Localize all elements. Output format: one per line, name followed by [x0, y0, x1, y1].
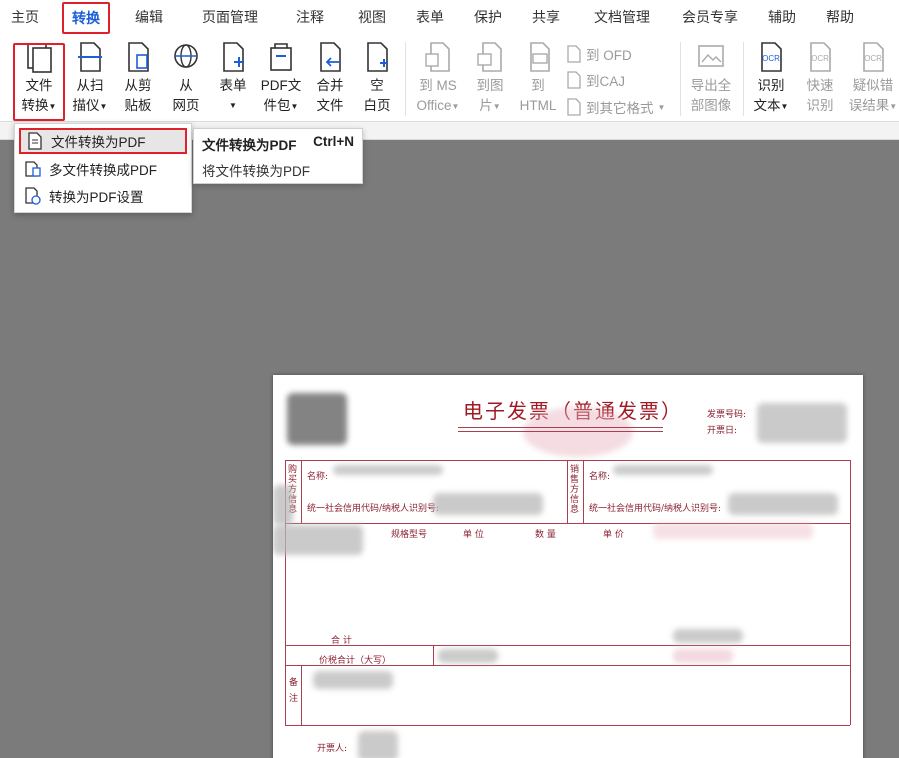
redacted-invoice-number	[757, 403, 847, 443]
svg-text:OCR: OCR	[762, 54, 780, 63]
col-price-label: 单 价	[603, 530, 624, 540]
redacted-buyer-tax-id	[433, 493, 543, 515]
blank-page-icon	[367, 42, 388, 72]
ribbon-separator	[405, 42, 406, 116]
form-button[interactable]: 表单 ▼	[213, 40, 253, 116]
ofd-icon	[567, 45, 581, 63]
ocr-suspect-button[interactable]: OCR 疑似错 误结果▼	[848, 40, 898, 117]
total-label: 合 计	[331, 636, 352, 646]
col-qty-label: 数 量	[535, 530, 556, 540]
ribbon: 文件 转换▼ 从扫 描仪▼ 从剪 贴板 从 网页 表单 ▼ PDF文 件包▼ 合…	[0, 34, 899, 122]
tooltip-shortcut: Ctrl+N	[313, 134, 354, 149]
col-spec-label: 规格型号	[391, 530, 428, 540]
invoice-stamp	[523, 407, 633, 457]
redacted-remarks	[313, 671, 393, 689]
seller-name-label: 名称:	[589, 472, 611, 482]
menu-item-pdf-settings[interactable]: 转换为PDF设置	[19, 183, 187, 209]
blank-page-button[interactable]: 空 白页	[357, 40, 397, 116]
svg-text:OCR: OCR	[811, 54, 829, 63]
tooltip-description: 将文件转换为PDF	[202, 164, 310, 179]
tab-member[interactable]: 会员专享	[674, 0, 746, 34]
menu-item-file-to-pdf[interactable]: 文件转换为PDF	[19, 128, 187, 154]
document-icon	[28, 132, 42, 150]
other-format-icon	[567, 98, 581, 116]
to-office-button[interactable]: 到 MS Office▼	[413, 40, 463, 117]
tab-doc-manage[interactable]: 文档管理	[586, 0, 658, 34]
tab-page-manage[interactable]: 页面管理	[188, 0, 272, 34]
invoice-date-label: 开票日:	[707, 426, 738, 436]
package-icon	[270, 43, 292, 71]
clipboard-icon	[128, 42, 149, 72]
buyer-name-label: 名称:	[307, 472, 329, 482]
redacted-amount-words	[438, 649, 498, 663]
redacted-seller-name	[613, 465, 713, 475]
from-clipboard-button[interactable]: 从剪 贴板	[118, 40, 158, 116]
col-unit-label: 单 位	[463, 530, 484, 540]
ocr-suspect-icon: OCR	[863, 42, 884, 72]
merge-icon	[320, 42, 341, 72]
redacted-buyer-name	[333, 465, 443, 475]
tooltip: 文件转换为PDF Ctrl+N 将文件转换为PDF	[193, 128, 363, 184]
to-other-format-button[interactable]: 到其它格式 ▼	[566, 97, 665, 117]
form-icon	[223, 42, 244, 72]
caj-icon	[567, 71, 581, 89]
settings-document-icon	[25, 187, 41, 205]
svg-text:OCR: OCR	[864, 54, 882, 63]
tab-assist[interactable]: 辅助	[758, 0, 806, 34]
tab-home[interactable]: 主页	[0, 0, 50, 34]
tab-annotate[interactable]: 注释	[286, 0, 334, 34]
image-icon	[477, 42, 502, 72]
export-images-icon	[698, 45, 724, 67]
redacted-issuer	[358, 731, 398, 758]
tab-edit[interactable]: 编辑	[120, 0, 178, 34]
seller-side-label: 销售方信息	[570, 465, 580, 515]
ribbon-separator	[743, 42, 744, 116]
ocr-text-button[interactable]: OCR 识别 文本▼	[750, 40, 792, 117]
menu-item-multi-to-pdf[interactable]: 多文件转换成PDF	[19, 156, 187, 182]
redacted-total-amount	[673, 629, 743, 643]
file-stack-icon	[27, 43, 52, 73]
document-page: 电子发票（普通发票） 发票号码: 开票日: 购买方信息 销售方信息 名称: 名称…	[273, 375, 863, 758]
to-ofd-button[interactable]: 到 OFD	[566, 44, 632, 64]
html-icon	[530, 42, 550, 72]
from-scanner-button[interactable]: 从扫 描仪▼	[70, 40, 110, 117]
menu-bar: 主页 转换 编辑 页面管理 注释 视图 表单 保护 共享 文档管理 会员专享 辅…	[0, 0, 899, 34]
ribbon-separator	[680, 42, 681, 116]
buyer-tax-id-label: 统一社会信用代码/纳税人识别号:	[307, 504, 440, 514]
convert-dropdown-menu: 文件转换为PDF 多文件转换成PDF 转换为PDF设置	[14, 123, 192, 213]
seller-tax-id-label: 统一社会信用代码/纳税人识别号:	[589, 504, 722, 514]
export-all-images-button[interactable]: 导出全 部图像	[686, 40, 736, 116]
to-caj-button[interactable]: 到CAJ	[566, 70, 625, 90]
ocr-quick-button[interactable]: OCR 快速 识别	[800, 40, 840, 116]
tab-view[interactable]: 视图	[348, 0, 396, 34]
invoice-number-label: 发票号码:	[707, 410, 747, 420]
redacted-qr	[287, 393, 347, 445]
remarks-label: 备注	[289, 678, 299, 704]
tab-help[interactable]: 帮助	[816, 0, 864, 34]
tab-share[interactable]: 共享	[522, 0, 570, 34]
tooltip-title: 文件转换为PDF	[202, 138, 297, 153]
merge-files-button[interactable]: 合并 文件	[310, 40, 350, 116]
ocr-icon: OCR	[761, 42, 782, 72]
to-image-button[interactable]: 到图 片▼	[470, 40, 510, 117]
globe-icon	[174, 44, 198, 68]
redacted-seller-tax-id	[728, 493, 838, 515]
scanner-icon	[78, 42, 102, 72]
multi-document-icon	[25, 161, 41, 177]
issuer-label: 开票人:	[317, 744, 348, 754]
tab-convert[interactable]: 转换	[62, 1, 110, 34]
tab-protect[interactable]: 保护	[464, 0, 512, 34]
from-webpage-button[interactable]: 从 网页	[166, 40, 206, 116]
amount-words-label: 价税合计（大写）	[319, 656, 392, 666]
to-html-button[interactable]: 到 HTML	[516, 40, 560, 116]
ocr-quick-icon: OCR	[810, 42, 831, 72]
tab-form[interactable]: 表单	[406, 0, 454, 34]
pdf-package-button[interactable]: PDF文 件包▼	[258, 40, 304, 117]
office-icon	[425, 42, 450, 72]
file-convert-button[interactable]: 文件 转换▼	[16, 40, 62, 117]
